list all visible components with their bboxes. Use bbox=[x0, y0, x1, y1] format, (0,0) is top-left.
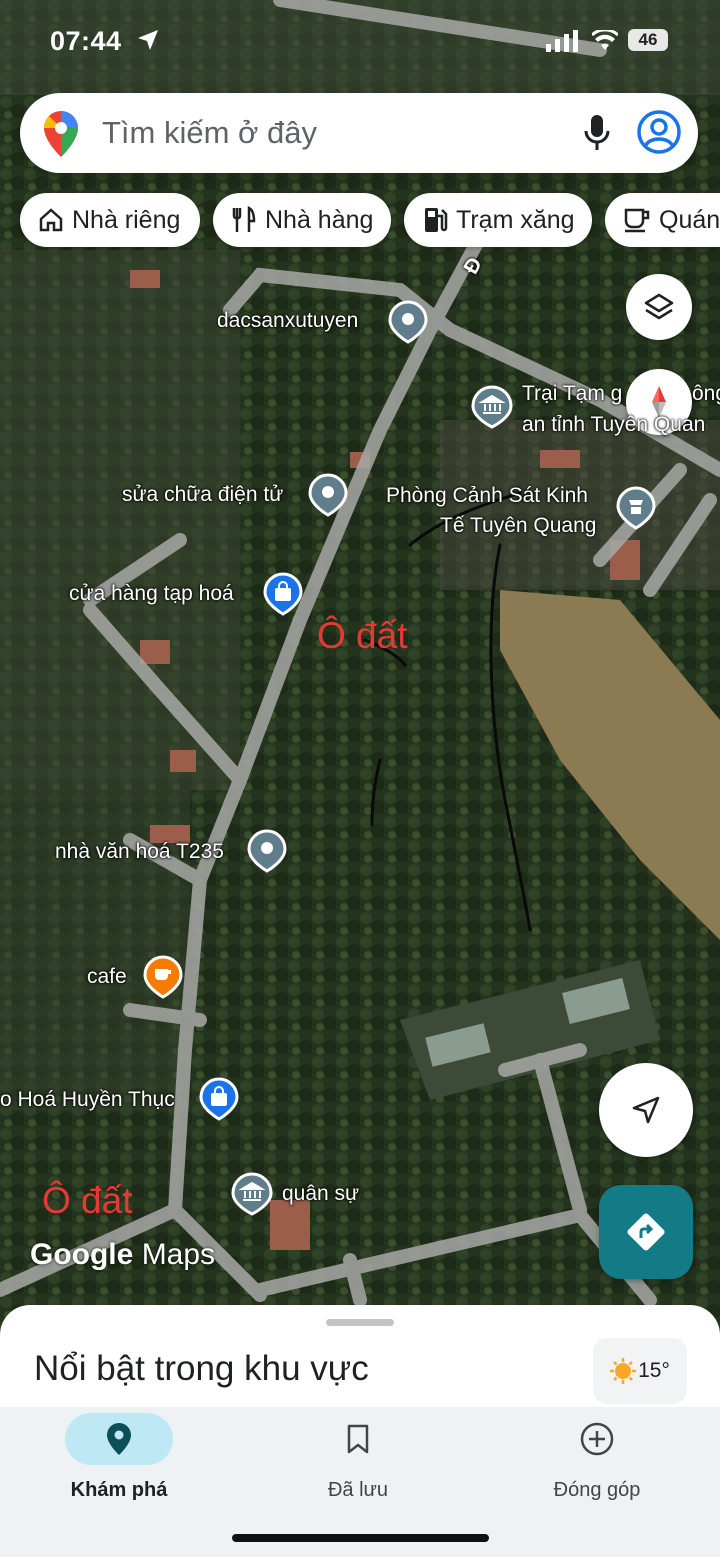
poi-label-phong-canh-sat-2[interactable]: Tế Tuyên Quang bbox=[440, 514, 596, 538]
directions-icon bbox=[627, 1213, 665, 1251]
tab-contribute[interactable]: Đóng góp bbox=[512, 1407, 682, 1502]
chip-label: Nhà riêng bbox=[72, 205, 181, 234]
cafe-pin-icon[interactable] bbox=[143, 955, 183, 999]
poi-label-tap-hoa[interactable]: cửa hàng tạp hoá bbox=[69, 582, 234, 606]
my-location-button[interactable] bbox=[599, 1063, 693, 1157]
chip-cafe[interactable]: Quán bbox=[605, 193, 720, 247]
poi-label-trai-tam-2[interactable]: an tỉnh Tuyên Quan bbox=[522, 413, 705, 437]
tab-label: Đóng góp bbox=[553, 1479, 641, 1501]
logo-google: Google bbox=[30, 1238, 134, 1271]
home-icon bbox=[39, 208, 63, 232]
wifi-icon bbox=[592, 30, 618, 50]
shopping-bag-icon[interactable] bbox=[199, 1077, 239, 1121]
government-building-icon[interactable] bbox=[471, 385, 513, 429]
chip-label: Nhà hàng bbox=[265, 205, 374, 234]
weather-chip[interactable]: 15° bbox=[593, 1338, 687, 1404]
tab-label: Đã lưu bbox=[327, 1479, 389, 1501]
restaurant-icon bbox=[232, 206, 256, 232]
add-circle-icon bbox=[580, 1422, 614, 1456]
government-building-icon[interactable] bbox=[231, 1172, 273, 1216]
directions-button[interactable] bbox=[599, 1185, 693, 1279]
tab-explore[interactable]: Khám phá bbox=[34, 1407, 204, 1502]
tab-explore-indicator bbox=[65, 1413, 173, 1465]
poi-label-trai-tam-1b[interactable]: ông bbox=[692, 382, 720, 406]
poi-label-quan-su[interactable]: quân sự bbox=[282, 1182, 359, 1206]
battery-indicator: 46 bbox=[628, 29, 668, 51]
signal-icon bbox=[546, 30, 578, 52]
account-icon[interactable] bbox=[636, 109, 682, 155]
search-input[interactable]: Tìm kiếm ở đây bbox=[102, 115, 317, 151]
poi-label-nha-van-hoa[interactable]: nhà văn hoá T235 bbox=[55, 840, 224, 864]
poi-pin-icon[interactable] bbox=[388, 300, 428, 344]
poi-pin-icon[interactable] bbox=[247, 829, 287, 873]
poi-label-huyen-thuc[interactable]: o Hoá Huyền Thục bbox=[0, 1088, 175, 1112]
annotation-land-plot: Ô đất bbox=[317, 615, 408, 656]
location-pin-icon bbox=[107, 1423, 131, 1455]
police-icon[interactable] bbox=[616, 486, 656, 530]
bottom-sheet[interactable]: Nổi bật trong khu vực 15° bbox=[0, 1305, 720, 1415]
poi-label-sua-chua[interactable]: sửa chữa điện tử bbox=[122, 483, 283, 507]
sheet-drag-handle[interactable] bbox=[326, 1319, 394, 1326]
poi-label-cafe[interactable]: cafe bbox=[87, 965, 127, 989]
tab-saved[interactable]: Đã lưu bbox=[273, 1407, 443, 1502]
navigation-arrow-icon bbox=[632, 1096, 660, 1124]
bookmark-icon bbox=[347, 1424, 369, 1454]
temperature: 15° bbox=[638, 1359, 670, 1382]
location-arrow-icon bbox=[138, 30, 158, 50]
poi-label-dacsanxutuyen[interactable]: dacsanxutuyen bbox=[217, 309, 358, 333]
chip-label: Trạm xăng bbox=[456, 205, 575, 234]
layers-button[interactable] bbox=[626, 274, 692, 340]
logo-maps: Maps bbox=[141, 1238, 216, 1271]
google-maps-logo: Google Maps bbox=[30, 1238, 215, 1272]
poi-label-trai-tam-1[interactable]: Trại Tạm g bbox=[522, 382, 622, 406]
search-bar[interactable]: Tìm kiếm ở đây bbox=[20, 93, 698, 173]
sheet-title: Nổi bật trong khu vực bbox=[34, 1349, 369, 1388]
microphone-icon[interactable] bbox=[582, 113, 612, 153]
poi-label-phong-canh-sat-1[interactable]: Phòng Cảnh Sát Kinh bbox=[386, 484, 588, 508]
chip-gas-station[interactable]: Trạm xăng bbox=[404, 193, 592, 247]
google-maps-pin-icon bbox=[44, 111, 78, 157]
home-indicator bbox=[232, 1534, 489, 1542]
chip-home[interactable]: Nhà riêng bbox=[20, 193, 200, 247]
status-bar: 07:44 46 bbox=[0, 22, 720, 62]
tab-label: Khám phá bbox=[70, 1479, 168, 1501]
gas-station-icon bbox=[425, 208, 448, 232]
layers-icon bbox=[644, 293, 674, 320]
poi-pin-icon[interactable] bbox=[308, 473, 348, 517]
sun-icon bbox=[610, 1358, 637, 1384]
status-time: 07:44 bbox=[50, 26, 122, 56]
cafe-icon bbox=[624, 208, 650, 233]
annotation-land-plot: Ô đất bbox=[42, 1180, 133, 1221]
chip-label: Quán bbox=[659, 205, 720, 234]
chip-restaurant[interactable]: Nhà hàng bbox=[213, 193, 391, 247]
shopping-bag-icon[interactable] bbox=[263, 572, 303, 616]
